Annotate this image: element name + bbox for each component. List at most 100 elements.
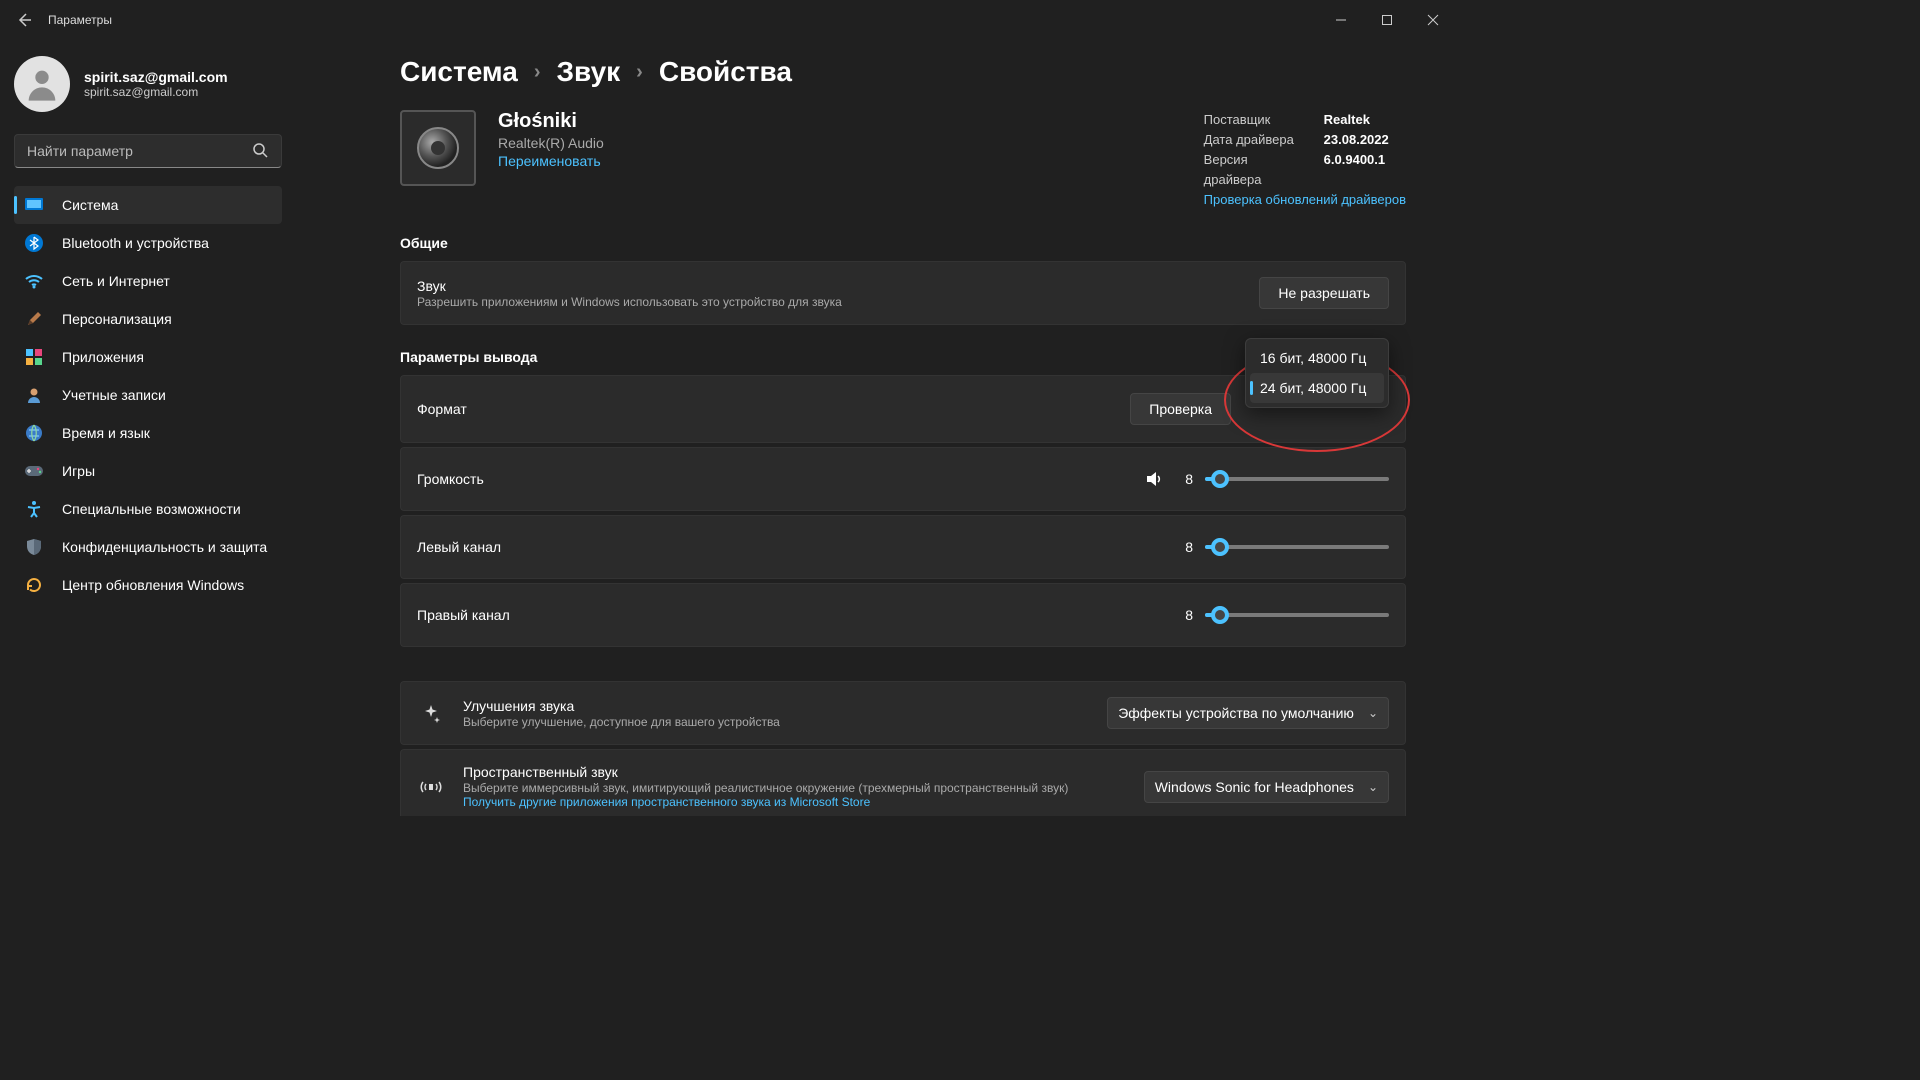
device-icon [400,110,476,186]
format-title: Формат [417,401,467,417]
crumb-sound[interactable]: Звук [557,56,621,88]
nav-privacy[interactable]: Конфиденциальность и защита [14,528,282,566]
search-input[interactable] [14,134,282,168]
nav-personalization[interactable]: Персонализация [14,300,282,338]
nav-update[interactable]: Центр обновления Windows [14,566,282,604]
card-format: Формат Проверка 16 бит, 48000 Гц 24 бит,… [400,375,1406,443]
driver-ver: 6.0.9400.1 [1324,150,1385,190]
spatial-title: Пространственный звук [463,764,1068,780]
bluetooth-icon [24,233,44,253]
main-content: Система › Звук › Свойства Głośniki Realt… [300,40,1456,816]
card-desc: Разрешить приложениям и Windows использо… [417,295,842,309]
driver-date: 23.08.2022 [1324,130,1389,150]
volume-slider[interactable] [1205,477,1389,481]
nav-apps[interactable]: Приложения [14,338,282,376]
nav-list: Система Bluetooth и устройства Сеть и Ин… [14,186,288,604]
nav-label: Персонализация [62,311,172,327]
card-enhancements: Улучшения звука Выберите улучшение, дост… [400,681,1406,745]
left-slider[interactable] [1205,545,1389,549]
account-name: spirit.saz@gmail.com [84,69,228,85]
maximize-button[interactable] [1364,0,1410,40]
crumb-properties: Свойства [659,56,792,88]
spatial-desc: Выберите иммерсивный звук, имитирующий р… [463,781,1068,795]
crumb-system[interactable]: Система [400,56,518,88]
enhance-select[interactable]: Эффекты устройства по умолчанию ⌄ [1107,697,1389,729]
avatar [14,56,70,112]
test-button[interactable]: Проверка [1130,393,1231,425]
left-title: Левый канал [417,539,501,555]
chevron-down-icon: ⌄ [1368,706,1378,720]
driver-check-link[interactable]: Проверка обновлений драйверов [1204,192,1406,207]
left-value: 8 [1175,539,1193,555]
sparkle-icon [417,703,445,723]
globe-icon [24,423,44,443]
right-value: 8 [1175,607,1193,623]
search-icon [252,142,268,158]
accessibility-icon [24,499,44,519]
nav-system[interactable]: Система [14,186,282,224]
rename-link[interactable]: Переименовать [498,153,604,169]
driver-ver-label: Версия драйвера [1204,150,1304,190]
card-sound-permission: Звук Разрешить приложениям и Windows исп… [400,261,1406,325]
nav-label: Игры [62,463,95,479]
nav-accessibility[interactable]: Специальные возможности [14,490,282,528]
account-block[interactable]: spirit.saz@gmail.com spirit.saz@gmail.co… [14,56,288,112]
spatial-select[interactable]: Windows Sonic for Headphones ⌄ [1144,771,1389,803]
shield-icon [24,537,44,557]
card-title: Звук [417,278,842,294]
volume-title: Громкость [417,471,484,487]
driver-vendor: Realtek [1324,110,1370,130]
window-title: Параметры [48,13,112,27]
enhance-desc: Выберите улучшение, доступное для вашего… [463,715,780,729]
back-button[interactable] [12,8,36,32]
driver-vendor-label: Поставщик [1204,110,1304,130]
chevron-down-icon: ⌄ [1368,780,1378,794]
disallow-button[interactable]: Не разрешать [1259,277,1389,309]
device-sub: Realtek(R) Audio [498,135,604,151]
brush-icon [24,309,44,329]
volume-value: 8 [1175,471,1193,487]
apps-icon [24,347,44,367]
nav-label: Приложения [62,349,144,365]
nav-label: Время и язык [62,425,150,441]
nav-label: Центр обновления Windows [62,577,244,593]
nav-network[interactable]: Сеть и Интернет [14,262,282,300]
sidebar: spirit.saz@gmail.com spirit.saz@gmail.co… [0,40,300,816]
update-icon [24,575,44,595]
card-volume: Громкость 8 [400,447,1406,511]
card-spatial: Пространственный звук Выберите иммерсивн… [400,749,1406,816]
section-general: Общие [400,235,1406,251]
spatial-icon [417,779,445,795]
driver-info: Поставщик Realtek Дата драйвера 23.08.2022… [1204,110,1406,207]
spatial-link[interactable]: Получить другие приложения пространствен… [463,795,1068,809]
titlebar: Параметры [0,0,1456,40]
device-header: Głośniki Realtek(R) Audio Переименовать … [400,110,1406,207]
minimize-button[interactable] [1318,0,1364,40]
nav-label: Специальные возможности [62,501,241,517]
monitor-icon [24,195,44,215]
card-left-channel: Левый канал 8 [400,515,1406,579]
driver-date-label: Дата драйвера [1204,130,1304,150]
device-name: Głośniki [498,110,604,133]
nav-label: Учетные записи [62,387,166,403]
chevron-right-icon: › [534,61,541,84]
spatial-select-value: Windows Sonic for Headphones [1155,779,1354,795]
speaker-icon[interactable] [1145,470,1163,488]
nav-bluetooth[interactable]: Bluetooth и устройства [14,224,282,262]
format-option-16[interactable]: 16 бит, 48000 Гц [1250,343,1384,373]
right-slider[interactable] [1205,613,1389,617]
format-dropdown[interactable]: 16 бит, 48000 Гц 24 бит, 48000 Гц [1245,338,1389,408]
nav-time-lang[interactable]: Время и язык [14,414,282,452]
nav-label: Сеть и Интернет [62,273,170,289]
enhance-title: Улучшения звука [463,698,780,714]
nav-games[interactable]: Игры [14,452,282,490]
enhance-select-value: Эффекты устройства по умолчанию [1118,705,1354,721]
chevron-right-icon: › [636,61,643,84]
nav-accounts[interactable]: Учетные записи [14,376,282,414]
format-option-24[interactable]: 24 бит, 48000 Гц [1250,373,1384,403]
right-title: Правый канал [417,607,510,623]
game-icon [24,461,44,481]
account-email: spirit.saz@gmail.com [84,85,228,99]
close-button[interactable] [1410,0,1456,40]
search-box[interactable] [14,134,288,168]
